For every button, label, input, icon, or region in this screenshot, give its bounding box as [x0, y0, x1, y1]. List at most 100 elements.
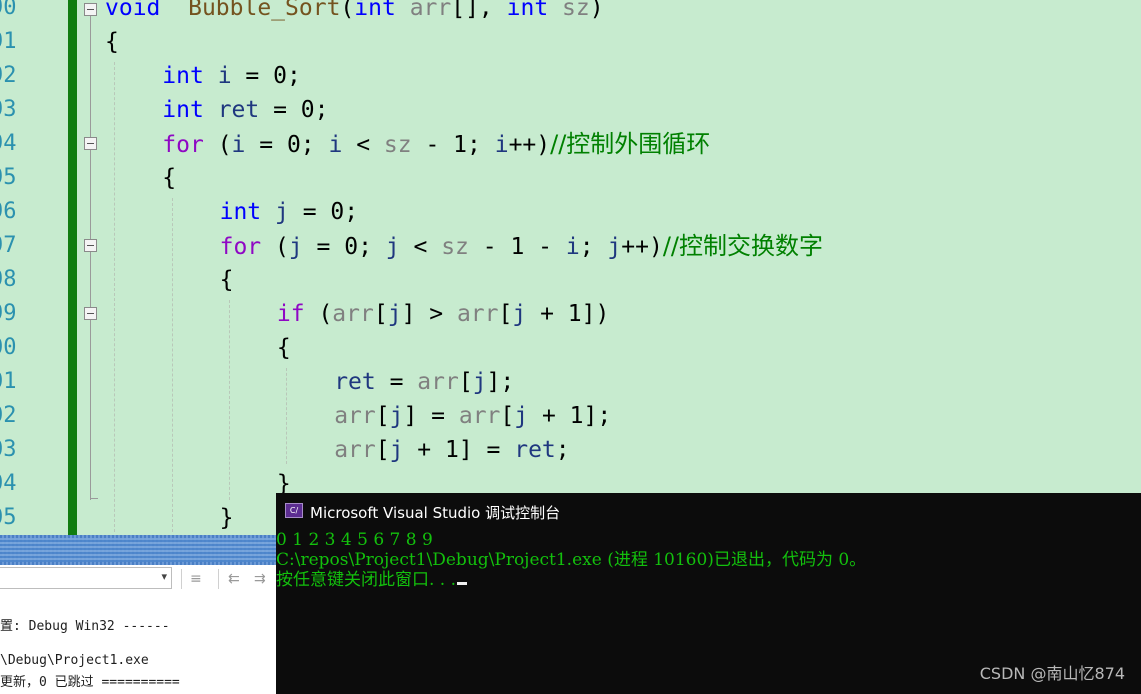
code-token: sz: [383, 132, 412, 158]
code-token: <: [399, 234, 442, 260]
line-number: 95: [0, 165, 17, 190]
text-cursor: [457, 582, 468, 585]
code-comment: //控制交换数字: [662, 232, 823, 260]
code-token: [: [375, 437, 390, 463]
toolbar-separator: [218, 569, 219, 589]
code-token: + 1];: [528, 403, 612, 429]
code-line[interactable]: {: [105, 25, 119, 59]
console-titlebar[interactable]: C/ Microsoft Visual Studio 调试控制台: [276, 493, 1141, 529]
code-line[interactable]: arr[j + 1] = ret;: [334, 433, 569, 467]
code-line[interactable]: {: [162, 161, 176, 195]
code-token: sz: [562, 0, 590, 21]
code-line[interactable]: if (arr[j] > arr[j + 1]): [277, 297, 609, 331]
watermark: CSDN @南山忆874: [979, 664, 1125, 683]
debug-console-window[interactable]: C/ Microsoft Visual Studio 调试控制台 0 1 2 3…: [276, 493, 1141, 694]
code-token: - 1;: [411, 132, 495, 158]
code-line[interactable]: arr[j] = arr[j + 1];: [334, 399, 611, 433]
previous-message-icon[interactable]: ⇇: [228, 571, 240, 587]
line-number: 97: [0, 233, 17, 258]
code-token: [: [373, 301, 388, 327]
output-panel-titlebar-pattern: [0, 538, 276, 562]
code-token: }: [219, 505, 234, 531]
code-line[interactable]: int ret = 0;: [162, 93, 328, 127]
output-source-dropdown[interactable]: ▾: [0, 567, 172, 589]
code-token: + 1]): [526, 301, 610, 327]
code-token: (: [340, 0, 355, 21]
code-token: arr: [417, 369, 459, 395]
line-number: 96: [0, 199, 17, 224]
next-message-icon[interactable]: ⇉: [254, 571, 266, 587]
code-token: ret: [334, 369, 376, 395]
code-token: arr: [456, 301, 499, 327]
code-line[interactable]: ret = arr[j];: [334, 365, 514, 399]
code-token: for: [219, 234, 262, 260]
code-token: j: [512, 301, 527, 327]
code-line[interactable]: int i = 0;: [162, 59, 301, 93]
output-panel: ▾ ≡ ⇇ ⇉ 置: Debug Win32 ------ \Debug\Pro…: [0, 535, 276, 694]
code-token: ;: [555, 437, 570, 463]
collapse-toggle-icon[interactable]: [84, 137, 97, 150]
line-number: 94: [0, 131, 17, 156]
code-token: i: [231, 132, 246, 158]
code-line[interactable]: for (j = 0; j < sz - 1 - i; j++)//控制交换数字: [220, 229, 823, 263]
code-token: ] =: [403, 403, 459, 429]
code-token: i: [217, 63, 232, 89]
indent-guide: [229, 300, 230, 500]
code-line[interactable]: {: [220, 263, 234, 297]
code-token: {: [105, 29, 119, 55]
chevron-down-icon[interactable]: ▾: [161, 570, 167, 583]
code-token: [: [458, 369, 473, 395]
code-line[interactable]: int j = 0;: [220, 195, 359, 229]
code-token: = 0;: [288, 199, 359, 225]
collapse-toggle-icon[interactable]: [84, 239, 97, 252]
line-number: 00: [0, 335, 17, 360]
code-token: ++): [621, 234, 663, 260]
line-number-gutter: 90 91 92 93 94 95 96 97 98 99 00 01 02 03 04 05: [0, 0, 70, 535]
collapse-toggle-icon[interactable]: [84, 3, 97, 16]
code-token: int: [354, 0, 396, 21]
code-token: int: [219, 199, 262, 225]
output-line: 更新，0 已跳过 ==========: [0, 675, 180, 690]
code-token: i: [494, 132, 509, 158]
code-token: int: [506, 0, 549, 21]
code-token: [: [498, 301, 513, 327]
clear-output-icon[interactable]: ≡: [190, 571, 202, 587]
change-tracking-bar: [68, 0, 77, 535]
console-prompt-text: 按任意键关闭此窗口. . .: [276, 570, 457, 590]
code-token: <: [342, 132, 384, 158]
code-token: j: [387, 301, 402, 327]
code-token: {: [219, 267, 234, 293]
code-token: j: [385, 234, 400, 260]
code-line[interactable]: {: [277, 331, 291, 365]
visual-studio-icon: C/: [285, 503, 303, 518]
code-token: arr: [334, 403, 376, 429]
code-token: + 1] =: [403, 437, 515, 463]
code-token: for: [162, 132, 204, 158]
line-number: 02: [0, 403, 17, 428]
line-number: 93: [0, 97, 17, 122]
code-token: [: [375, 403, 390, 429]
code-token: [: [500, 403, 515, 429]
code-line[interactable]: for (i = 0; i < sz - 1; i++)//控制外围循环: [162, 127, 710, 161]
code-token: ];: [486, 369, 515, 395]
line-number: 05: [0, 505, 17, 530]
line-number: 01: [0, 369, 17, 394]
code-token: Bubble_Sort: [188, 0, 341, 21]
indent-guide: [172, 198, 173, 532]
code-editor[interactable]: 90 91 92 93 94 95 96 97 98 99 00 01 02 03 04 05 void Bu…: [0, 0, 1141, 535]
code-line[interactable]: }: [220, 501, 234, 535]
code-token: j: [472, 369, 487, 395]
code-token: = 0;: [259, 97, 329, 123]
collapse-toggle-icon[interactable]: [84, 307, 97, 320]
code-token: ++): [508, 132, 551, 158]
indent-guide: [114, 62, 115, 532]
code-token: ] >: [401, 301, 457, 327]
fold-line: [90, 320, 91, 500]
code-line[interactable]: void Bubble_Sort(int arr[], int sz): [105, 0, 604, 25]
code-token: void: [105, 0, 161, 21]
